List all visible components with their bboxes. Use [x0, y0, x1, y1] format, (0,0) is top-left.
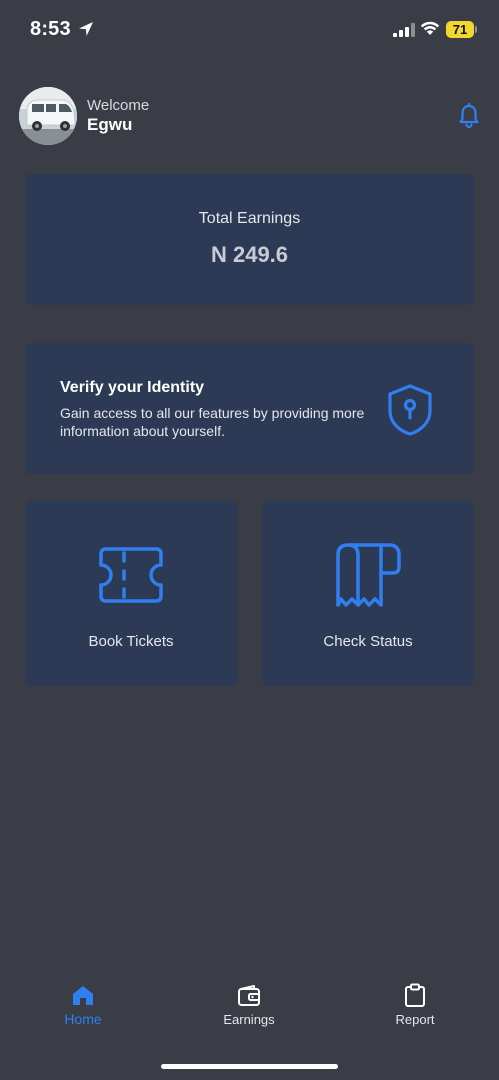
earnings-title: Total Earnings	[198, 210, 301, 227]
van-photo-avatar	[19, 87, 77, 145]
book-tickets-tile[interactable]: Book Tickets	[25, 501, 237, 686]
bottom-navigation: Home Earnings Report	[0, 975, 499, 1045]
location-arrow-icon	[79, 22, 93, 36]
ticket-icon	[99, 547, 163, 603]
welcome-label: Welcome	[87, 97, 150, 114]
nav-earnings[interactable]: Earnings	[199, 975, 299, 1035]
receipt-icon	[336, 543, 401, 607]
check-status-label: Check Status	[323, 633, 413, 650]
shield-keyhole-icon	[388, 384, 432, 436]
bell-icon	[459, 102, 479, 129]
home-icon	[73, 986, 93, 1005]
wallet-icon	[238, 985, 260, 1006]
nav-report-label: Report	[395, 1012, 435, 1027]
verify-title: Verify your Identity	[60, 379, 205, 396]
status-bar: 8:53 71	[0, 0, 499, 60]
total-earnings-card: Total Earnings N 249.6	[25, 174, 474, 305]
verify-identity-card[interactable]: Verify your Identity Gain access to all …	[25, 343, 474, 474]
status-time: 8:53	[30, 18, 71, 40]
avatar[interactable]	[19, 87, 77, 145]
wifi-icon	[420, 21, 440, 35]
nav-home[interactable]: Home	[33, 975, 133, 1035]
verify-description: Gain access to all our features by provi…	[60, 405, 365, 439]
notification-button[interactable]	[455, 102, 483, 130]
book-tickets-label: Book Tickets	[88, 633, 174, 650]
nav-earnings-label: Earnings	[223, 1012, 275, 1027]
clipboard-icon	[405, 983, 425, 1007]
earnings-value: N 249.6	[210, 242, 289, 267]
home-indicator[interactable]	[161, 1064, 338, 1069]
check-status-tile[interactable]: Check Status	[262, 501, 474, 686]
nav-home-label: Home	[64, 1011, 102, 1027]
cellular-signal-icon	[393, 23, 415, 37]
battery-icon: 71	[446, 21, 474, 38]
nav-report[interactable]: Report	[365, 975, 465, 1035]
battery-tip	[475, 26, 477, 33]
user-name: Egwu	[87, 115, 133, 134]
